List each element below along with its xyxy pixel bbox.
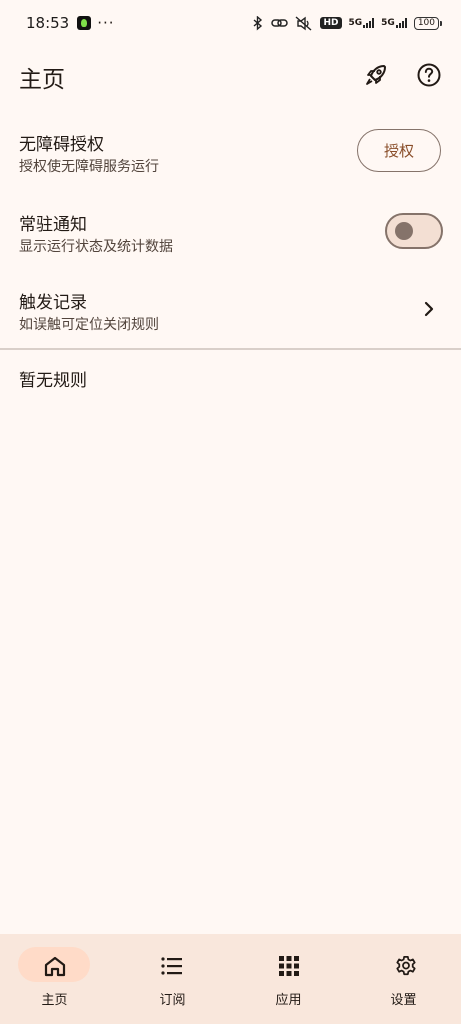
nav-label-apps: 应用 bbox=[275, 993, 302, 1008]
bluetooth-icon bbox=[252, 15, 264, 31]
trigger-records-title: 触发记录 bbox=[19, 293, 87, 313]
nav-item-subscriptions[interactable]: 订阅 bbox=[115, 934, 230, 1024]
trigger-records-row[interactable]: 触发记录 如误触可定位关闭规则 bbox=[0, 276, 461, 348]
top-app-bar: 主页 bbox=[0, 46, 461, 106]
help-icon bbox=[417, 63, 441, 87]
bottom-navigation: 主页 订阅 应用 设置 bbox=[0, 934, 461, 1024]
persistent-notification-row[interactable]: 常驻通知 显示运行状态及统计数据 bbox=[0, 198, 461, 270]
link-icon bbox=[271, 17, 289, 29]
gear-icon bbox=[396, 955, 416, 976]
apps-grid-icon bbox=[279, 956, 299, 976]
help-button[interactable] bbox=[414, 60, 444, 90]
notification-subtitle: 显示运行状态及统计数据 bbox=[19, 239, 173, 255]
list-icon bbox=[161, 957, 182, 975]
rocket-button[interactable] bbox=[361, 60, 391, 90]
signal-1-icon: 5G bbox=[349, 18, 375, 28]
authorize-button[interactable]: 授权 bbox=[357, 129, 441, 172]
signal-1-label: 5G bbox=[348, 18, 363, 28]
more-notifications-icon: ··· bbox=[97, 14, 115, 32]
nav-label-subscriptions: 订阅 bbox=[159, 993, 186, 1008]
chevron-right-icon bbox=[424, 301, 434, 317]
nav-item-apps[interactable]: 应用 bbox=[231, 934, 346, 1024]
toggle-knob bbox=[395, 222, 413, 240]
battery-icon: 100 bbox=[413, 16, 443, 30]
rocket-icon bbox=[366, 65, 386, 85]
status-time: 18:53 bbox=[26, 14, 70, 32]
nav-label-settings: 设置 bbox=[390, 993, 417, 1008]
notification-title: 常驻通知 bbox=[19, 215, 87, 235]
accessibility-permission-row: 无障碍授权 授权使无障碍服务运行 授权 bbox=[0, 118, 461, 190]
hd-voice-badge: HD bbox=[320, 17, 342, 29]
accessibility-title: 无障碍授权 bbox=[19, 135, 104, 155]
signal-2-label: 5G bbox=[381, 18, 395, 28]
page-title: 主页 bbox=[19, 67, 65, 93]
status-bar: 18:53 ··· HD 5G 5G 100 bbox=[0, 0, 461, 46]
mute-icon bbox=[295, 15, 313, 31]
nav-label-home: 主页 bbox=[41, 993, 68, 1008]
signal-2-icon: 5G bbox=[381, 18, 407, 28]
app-notification-icon bbox=[77, 16, 92, 30]
home-icon bbox=[44, 956, 66, 977]
trigger-records-subtitle: 如误触可定位关闭规则 bbox=[19, 317, 159, 333]
empty-rules-message: 暂无规则 bbox=[19, 371, 87, 391]
nav-item-home[interactable]: 主页 bbox=[0, 934, 115, 1024]
nav-item-settings[interactable]: 设置 bbox=[346, 934, 461, 1024]
notification-toggle[interactable] bbox=[385, 213, 443, 249]
accessibility-subtitle: 授权使无障碍服务运行 bbox=[19, 159, 159, 175]
divider bbox=[0, 348, 461, 350]
